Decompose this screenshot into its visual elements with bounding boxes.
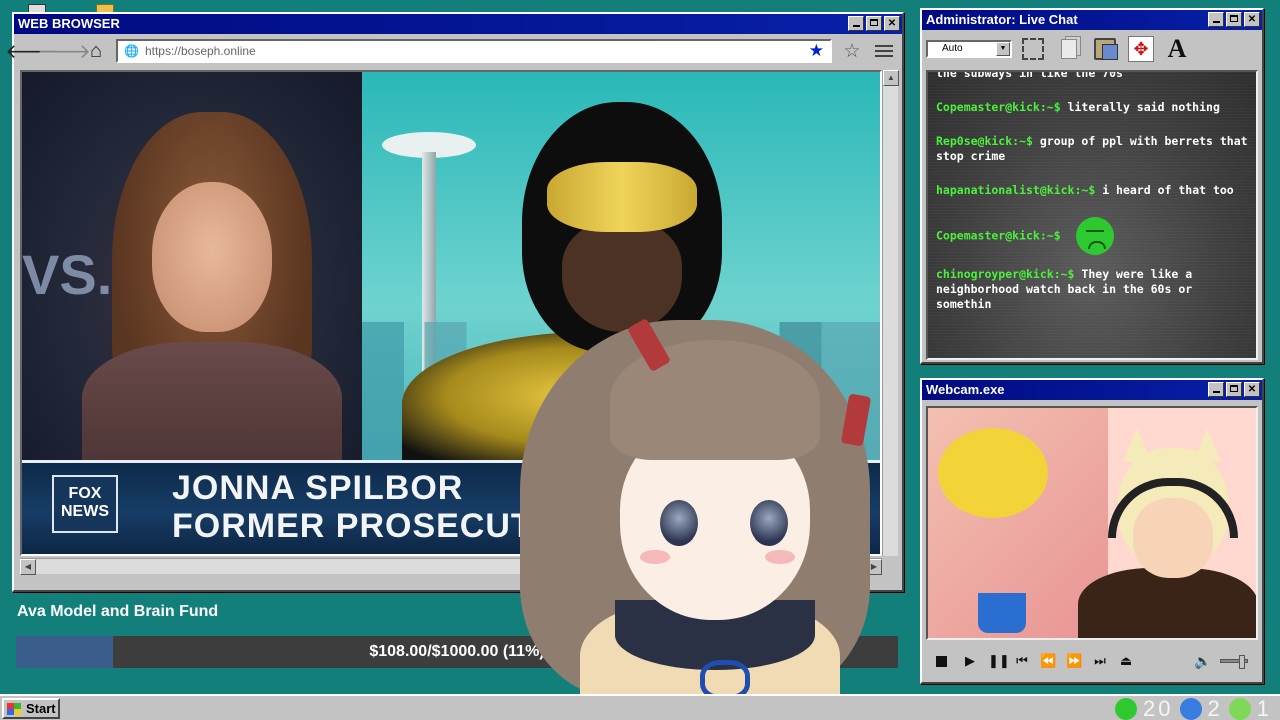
chat-username[interactable]: chinogroyper@kick:~$ (936, 267, 1074, 281)
chat-log[interactable]: the subways in like the 70s Copemaster@k… (926, 70, 1258, 360)
url-text[interactable]: https://boseph.online (145, 44, 803, 58)
scroll-up-arrow-icon[interactable]: ▲ (883, 70, 899, 86)
taskbar: Start 20 2 1 (0, 694, 1280, 720)
chat-message: Copemaster@kick:~$ (936, 217, 1248, 255)
url-bar[interactable]: 🌐 https://boseph.online ★ (116, 39, 832, 63)
news-guest-panel (362, 72, 880, 492)
font-size-value: Auto (942, 43, 963, 54)
minimize-button[interactable] (848, 16, 864, 31)
fund-label: Ava Model and Brain Fund (17, 603, 219, 620)
volume-slider[interactable] (1220, 655, 1248, 669)
font-size-select[interactable]: Auto ▼ (926, 40, 1012, 58)
close-button[interactable]: ✕ (1244, 12, 1260, 27)
play-icon[interactable]: ▶ (962, 653, 978, 669)
tray-count: 20 (1143, 696, 1174, 720)
channel-logo: FOX NEWS (52, 475, 118, 533)
kick-icon[interactable] (1115, 698, 1138, 720)
chat-username[interactable]: Rep0se@kick:~$ (936, 134, 1033, 148)
horizontal-scrollbar[interactable]: ◀ ▶ (20, 558, 882, 575)
webcam-title: Webcam.exe (926, 382, 1005, 397)
lower-third-title: FORMER PROSECUT (172, 507, 533, 545)
volume-icon[interactable]: 🔈 (1194, 653, 1211, 670)
browser-navbar: 🡐 🡒 ⌂ 🌐 https://boseph.online ★ ☆ (5, 34, 902, 68)
video-viewport[interactable]: VS. FOX NEWS JONNA SPILBOR FORMER PROSEC… (20, 70, 882, 556)
select-tool-icon[interactable] (1018, 34, 1048, 64)
stop-icon[interactable] (936, 655, 952, 667)
move-icon[interactable]: ✥ (1126, 34, 1156, 64)
windows-logo-icon (7, 703, 21, 715)
vertical-scrollbar[interactable]: ▲ (882, 70, 899, 556)
tray-count: 2 (1207, 696, 1223, 720)
browser-window: WEB BROWSER ✕ 🡐 🡒 ⌂ 🌐 https://boseph.onl… (5, 12, 904, 592)
chat-title: Administrator: Live Chat (926, 12, 1078, 27)
maximize-button[interactable] (1226, 12, 1242, 27)
rewind-icon[interactable]: ⏪ (1040, 653, 1056, 669)
menu-icon[interactable] (872, 39, 896, 63)
chat-toolbar: Auto ▼ ✥ A (922, 30, 1262, 68)
skip-forward-icon[interactable]: ⏭ (1092, 653, 1108, 669)
minimize-button[interactable] (1208, 12, 1224, 27)
home-icon[interactable]: ⌂ (84, 39, 108, 63)
webcam-window: Webcam.exe ✕ ▶ ❚❚ ⏮ ⏪ ⏩ ⏭ ⏏ 🔈 (920, 378, 1264, 684)
close-button[interactable]: ✕ (884, 16, 900, 31)
favorites-star-icon[interactable]: ☆ (840, 39, 864, 63)
play-circle-icon[interactable] (1228, 698, 1251, 720)
chat-username[interactable]: Copemaster@kick:~$ (936, 229, 1061, 243)
maximize-button[interactable] (866, 16, 882, 31)
system-tray: 20 2 1 (1115, 696, 1272, 720)
chat-username[interactable]: hapanationalist@kick:~$ (936, 183, 1095, 197)
scroll-right-arrow-icon[interactable]: ▶ (866, 559, 882, 575)
chat-message-text: i heard of that too (1102, 183, 1234, 197)
fund-progress-bar: $108.00/$1000.00 (11%) (16, 636, 898, 668)
chat-message-text: literally said nothing (1067, 100, 1220, 114)
fast-forward-icon[interactable]: ⏩ (1066, 653, 1082, 669)
tray-count: 1 (1256, 696, 1272, 720)
news-anchor-panel: VS. (22, 72, 362, 482)
sad-green-face-emote-icon (1075, 217, 1114, 255)
copy-icon[interactable] (1054, 34, 1084, 64)
webcam-video (926, 406, 1258, 640)
chat-message: chinogroyper@kick:~$ They were like a ne… (936, 267, 1248, 312)
chat-username[interactable]: Copemaster@kick:~$ (936, 100, 1061, 114)
mug-image (978, 593, 1026, 633)
media-controls: ▶ ❚❚ ⏮ ⏪ ⏩ ⏭ ⏏ 🔈 (926, 646, 1258, 676)
fund-progress-text: $108.00/$1000.00 (11%) (369, 643, 545, 660)
scroll-left-arrow-icon[interactable]: ◀ (20, 559, 36, 575)
webcam-titlebar[interactable]: Webcam.exe ✕ (922, 380, 1262, 400)
eject-icon[interactable]: ⏏ (1118, 653, 1134, 669)
start-label: Start (26, 701, 56, 716)
lower-third-name: JONNA SPILBOR (172, 469, 464, 507)
forward-arrow-icon[interactable]: 🡒 (37, 39, 91, 63)
minimize-button[interactable] (1208, 382, 1224, 397)
maximize-button[interactable] (1226, 382, 1242, 397)
chat-message: Copemaster@kick:~$ literally said nothin… (936, 100, 1248, 115)
chat-message-text: the subways in like the 70s (936, 70, 1123, 80)
chat-message: the subways in like the 70s (936, 70, 1248, 81)
start-button[interactable]: Start (2, 698, 60, 719)
chat-message: hapanationalist@kick:~$ i heard of that … (936, 183, 1248, 198)
bookmark-star-filled-icon[interactable]: ★ (809, 41, 824, 61)
globe-icon: 🌐 (124, 44, 139, 58)
chat-window: Administrator: Live Chat ✕ Auto ▼ ✥ A th… (920, 8, 1264, 364)
browser-title: WEB BROWSER (18, 16, 120, 31)
skip-back-icon[interactable]: ⏮ (1014, 653, 1030, 669)
pause-icon[interactable]: ❚❚ (988, 653, 1010, 669)
chat-titlebar[interactable]: Administrator: Live Chat ✕ (922, 10, 1262, 30)
chevron-down-icon[interactable]: ▼ (996, 42, 1010, 56)
close-button[interactable]: ✕ (1244, 382, 1260, 397)
news-lower-third: FOX NEWS JONNA SPILBOR FORMER PROSECUT (22, 460, 880, 554)
chat-message: Rep0se@kick:~$ group of ppl with berrets… (936, 134, 1248, 164)
moon-icon[interactable] (1179, 698, 1202, 720)
browser-titlebar[interactable]: WEB BROWSER ✕ (14, 14, 902, 34)
paste-icon[interactable] (1090, 34, 1120, 64)
vs-text: VS. (22, 243, 113, 306)
font-icon[interactable]: A (1162, 34, 1192, 64)
